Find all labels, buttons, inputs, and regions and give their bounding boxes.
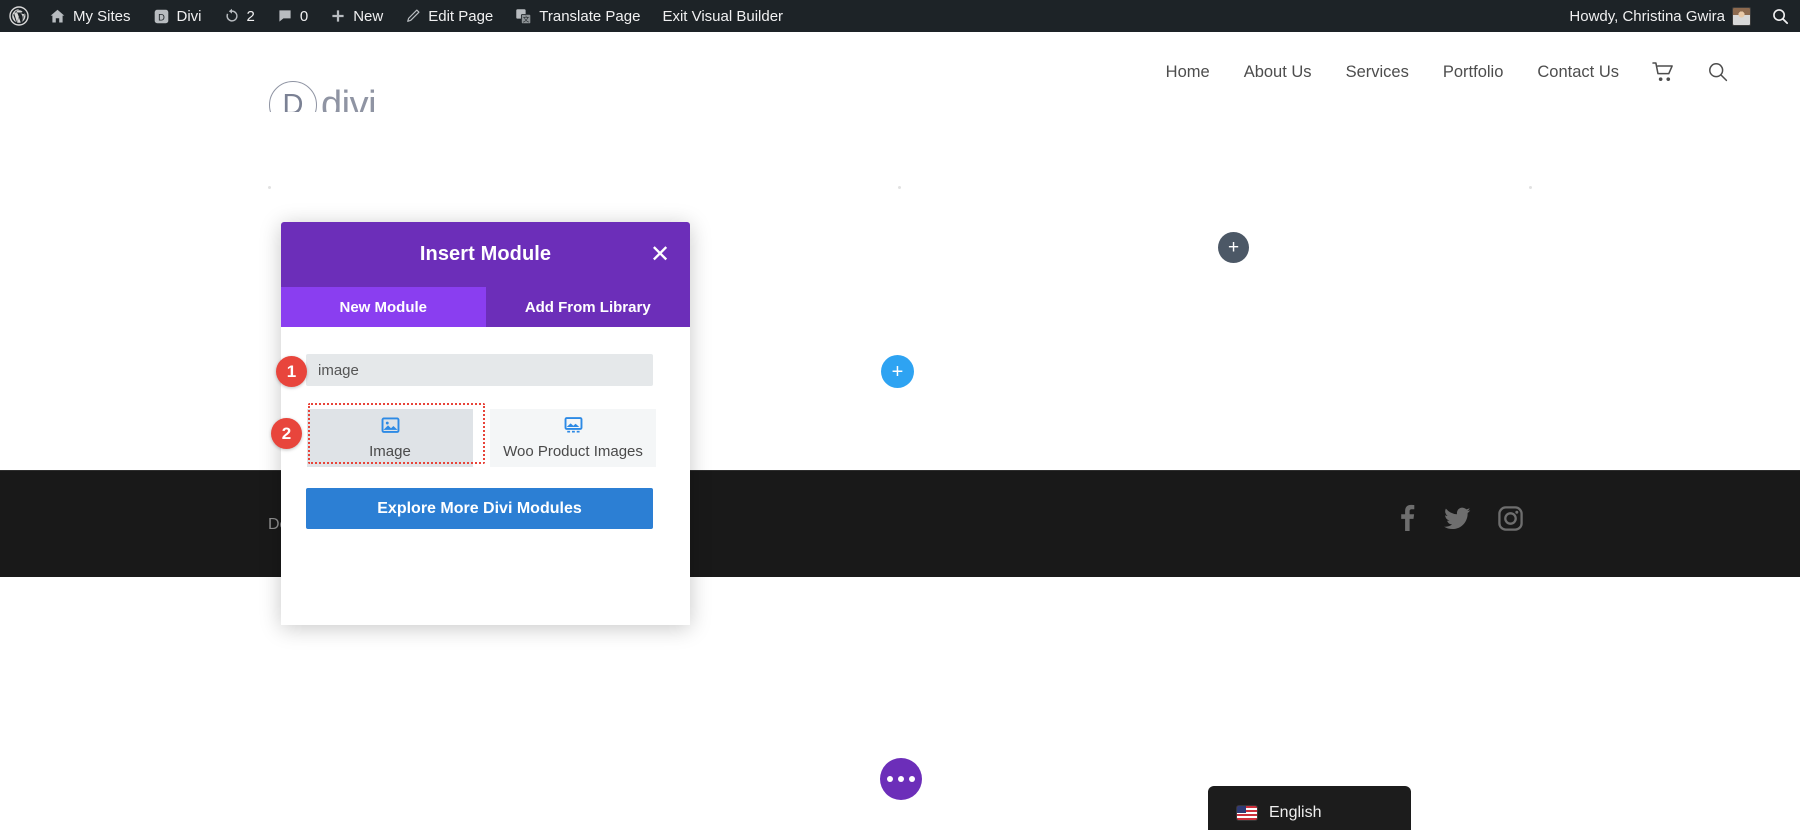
admin-bar-divi[interactable]: D Divi [142, 0, 213, 32]
instagram-icon[interactable] [1498, 505, 1523, 536]
step-badge-1: 1 [276, 356, 307, 387]
site-header: D divi Home About Us Services Portfolio … [0, 32, 1800, 129]
dot [909, 776, 915, 782]
admin-bar-new[interactable]: New [319, 0, 394, 32]
nav-item-portfolio[interactable]: Portfolio [1426, 63, 1521, 82]
page-content: + + Designe [0, 112, 1800, 830]
page-settings-button[interactable] [880, 758, 922, 800]
decorative-dot [898, 186, 901, 189]
my-sites-icon [49, 8, 66, 25]
footer-social-links [1397, 504, 1523, 537]
nav-item-contact-us[interactable]: Contact Us [1520, 63, 1636, 82]
nav-item-services[interactable]: Services [1329, 63, 1426, 82]
facebook-icon[interactable] [1397, 504, 1417, 537]
module-card-woo-product-images[interactable]: Woo Product Images [490, 409, 656, 467]
woo-product-images-icon [564, 416, 583, 439]
site-footer: Designe [0, 470, 1800, 577]
admin-bar-divi-label: Divi [176, 7, 202, 25]
modal-tabs: New Module Add From Library [281, 287, 690, 327]
image-module-icon [381, 416, 400, 439]
svg-text:文: 文 [523, 14, 530, 23]
close-icon[interactable]: ✕ [649, 242, 671, 266]
module-results-grid: Image Woo Product Images [306, 409, 665, 467]
admin-bar-search-button[interactable] [1761, 0, 1800, 32]
page-root: My Sites D Divi 2 0 New Edit Page 文 Tran… [0, 0, 1800, 830]
site-search-icon[interactable] [1691, 61, 1745, 83]
add-module-button-blue[interactable]: + [881, 355, 914, 388]
wordpress-logo-icon [9, 6, 29, 26]
twitter-icon[interactable] [1444, 507, 1471, 535]
updates-icon [224, 8, 240, 24]
admin-bar-my-sites[interactable]: My Sites [38, 0, 142, 32]
admin-bar-updates-count: 2 [246, 7, 255, 25]
svg-text:D: D [158, 12, 165, 22]
plus-icon: + [891, 360, 904, 383]
module-card-image[interactable]: Image [307, 409, 473, 467]
modal-body: Image Woo Product Images Explore More Di… [281, 327, 690, 625]
translate-icon: 文 [515, 8, 532, 25]
admin-bar-howdy[interactable]: Howdy, Christina Gwira [1559, 0, 1761, 32]
nav-item-home[interactable]: Home [1149, 63, 1227, 82]
admin-bar-my-sites-label: My Sites [73, 7, 131, 25]
tab-new-module[interactable]: New Module [281, 287, 486, 327]
dot [887, 776, 893, 782]
admin-bar-new-label: New [353, 7, 384, 25]
avatar [1732, 6, 1751, 26]
decorative-dot [268, 186, 271, 189]
modal-header: Insert Module ✕ [281, 222, 690, 287]
admin-bar-updates[interactable]: 2 [213, 0, 266, 32]
modal-title: Insert Module [419, 243, 552, 265]
admin-bar-edit-page-label: Edit Page [428, 7, 494, 25]
main-navigation: Home About Us Services Portfolio Contact… [1149, 32, 1745, 112]
pencil-icon [405, 8, 421, 24]
module-card-image-label: Image [369, 443, 411, 460]
admin-bar-comments-count: 0 [299, 7, 309, 25]
admin-bar-exit-visual-builder[interactable]: Exit Visual Builder [651, 0, 794, 32]
admin-bar-exit-visual-builder-label: Exit Visual Builder [662, 7, 784, 25]
language-switcher[interactable]: English [1208, 786, 1411, 830]
admin-bar-translate-page[interactable]: 文 Translate Page [504, 0, 651, 32]
wp-admin-bar: My Sites D Divi 2 0 New Edit Page 文 Tran… [0, 0, 1800, 32]
admin-bar-wordpress-logo[interactable] [0, 0, 38, 32]
decorative-dot [1529, 186, 1532, 189]
admin-bar-comments[interactable]: 0 [266, 0, 319, 32]
module-card-woo-product-images-label: Woo Product Images [503, 443, 643, 460]
us-flag-icon [1237, 806, 1257, 820]
divi-icon: D [153, 8, 170, 25]
dot [898, 776, 904, 782]
admin-bar-translate-page-label: Translate Page [539, 7, 641, 25]
language-switcher-label: English [1269, 804, 1322, 821]
admin-bar-edit-page[interactable]: Edit Page [394, 0, 504, 32]
search-input[interactable] [306, 354, 653, 386]
explore-more-divi-modules-button[interactable]: Explore More Divi Modules [306, 488, 653, 529]
admin-bar-right-group: Howdy, Christina Gwira [1559, 0, 1800, 32]
plus-icon [330, 8, 346, 24]
search-icon [1771, 7, 1790, 26]
plus-icon: + [1227, 237, 1240, 258]
add-section-button-gray[interactable]: + [1218, 232, 1249, 263]
insert-module-modal: Insert Module ✕ New Module Add From Libr… [281, 222, 690, 625]
tab-add-from-library[interactable]: Add From Library [485, 287, 690, 327]
cart-icon[interactable] [1636, 61, 1691, 83]
nav-item-about-us[interactable]: About Us [1227, 63, 1329, 82]
step-badge-2: 2 [271, 418, 302, 449]
admin-bar-left-group: My Sites D Divi 2 0 New Edit Page 文 Tran… [0, 0, 794, 32]
admin-bar-howdy-label: Howdy, Christina Gwira [1569, 7, 1725, 25]
comments-icon [277, 8, 293, 24]
